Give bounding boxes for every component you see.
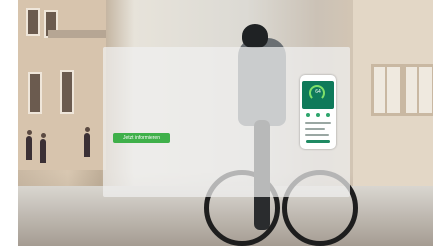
app-button (306, 140, 330, 143)
app-row (305, 134, 329, 136)
right-building (353, 0, 433, 190)
pedestrian (85, 127, 90, 132)
learn-more-button[interactable]: Jetzt informieren (113, 133, 170, 143)
gauge-value: 64 (315, 89, 321, 95)
status-dot-icon (326, 113, 330, 117)
pedestrian (27, 130, 32, 135)
pedestrian (41, 133, 46, 138)
app-row (305, 122, 331, 124)
window (28, 72, 42, 114)
window (371, 64, 403, 116)
window (403, 64, 433, 116)
pedestrian (26, 136, 32, 160)
window (60, 70, 74, 114)
window (26, 8, 40, 36)
app-row (305, 128, 325, 130)
pedestrian (40, 139, 46, 163)
status-dot-icon (316, 113, 320, 117)
balcony (48, 30, 106, 38)
cyclist-helmet (242, 24, 268, 48)
status-dot-icon (306, 113, 310, 117)
phone-mockup: 64 (300, 75, 336, 149)
pedestrian (84, 133, 90, 157)
